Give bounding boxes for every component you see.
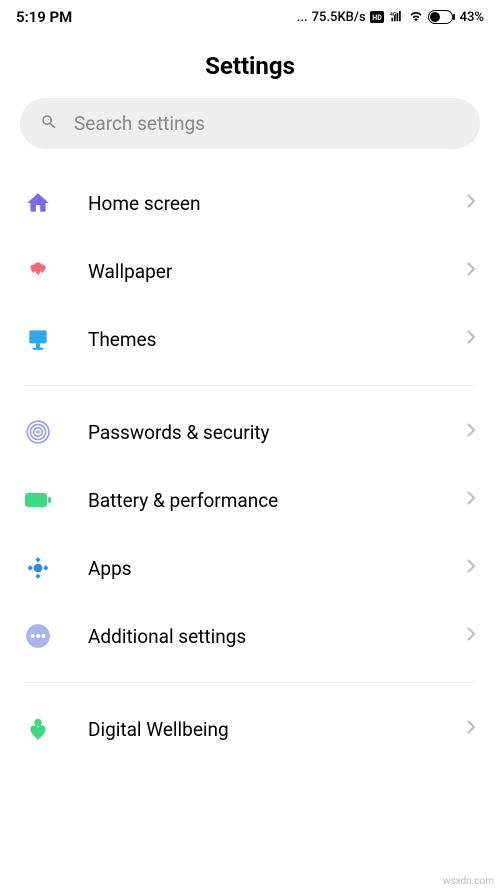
divider bbox=[24, 682, 476, 683]
status-time: 5:19 PM bbox=[16, 8, 72, 26]
wifi-icon bbox=[408, 11, 424, 23]
passwords-security-item[interactable]: Passwords & security bbox=[0, 398, 500, 466]
chevron-right-icon bbox=[466, 558, 476, 578]
status-bar: 5:19 PM ... 75.5KB/s HD 4G 43% bbox=[0, 0, 500, 30]
item-label: Digital Wellbeing bbox=[88, 718, 466, 741]
settings-group-3: Digital Wellbeing bbox=[0, 695, 500, 763]
wallpaper-icon bbox=[24, 257, 52, 285]
item-label: Wallpaper bbox=[88, 260, 466, 283]
home-screen-item[interactable]: Home screen bbox=[0, 169, 500, 237]
themes-icon bbox=[24, 325, 52, 353]
watermark: wsxdn.com bbox=[443, 876, 494, 887]
themes-item[interactable]: Themes bbox=[0, 305, 500, 373]
additional-icon bbox=[24, 622, 52, 650]
net-speed: 75.5KB/s bbox=[312, 10, 366, 25]
chevron-right-icon bbox=[466, 422, 476, 442]
chevron-right-icon bbox=[466, 329, 476, 349]
item-label: Home screen bbox=[88, 192, 466, 215]
apps-item[interactable]: Apps bbox=[0, 534, 500, 602]
volte-icon: HD bbox=[370, 11, 384, 23]
battery-status-icon bbox=[428, 10, 456, 24]
page-title: Settings bbox=[0, 52, 500, 80]
svg-text:HD: HD bbox=[372, 14, 382, 22]
divider bbox=[24, 385, 476, 386]
chevron-right-icon bbox=[466, 719, 476, 739]
additional-settings-item[interactable]: Additional settings bbox=[0, 602, 500, 670]
settings-group-1: Home screen Wallpaper Themes bbox=[0, 169, 500, 373]
status-dots: ... bbox=[297, 10, 308, 25]
svg-text:4G: 4G bbox=[390, 12, 397, 18]
item-label: Passwords & security bbox=[88, 421, 466, 444]
item-label: Themes bbox=[88, 328, 466, 351]
settings-group-2: Passwords & security Battery & performan… bbox=[0, 398, 500, 670]
battery-performance-item[interactable]: Battery & performance bbox=[0, 466, 500, 534]
chevron-right-icon bbox=[466, 490, 476, 510]
chevron-right-icon bbox=[466, 626, 476, 646]
battery-icon bbox=[24, 486, 52, 514]
battery-percent: 43% bbox=[460, 10, 484, 25]
search-icon bbox=[40, 113, 58, 135]
digital-wellbeing-item[interactable]: Digital Wellbeing bbox=[0, 695, 500, 763]
item-label: Additional settings bbox=[88, 625, 466, 648]
item-label: Battery & performance bbox=[88, 489, 466, 512]
chevron-right-icon bbox=[466, 261, 476, 281]
home-icon bbox=[24, 189, 52, 217]
apps-icon bbox=[24, 554, 52, 582]
wallpaper-item[interactable]: Wallpaper bbox=[0, 237, 500, 305]
search-input[interactable] bbox=[74, 112, 460, 135]
fingerprint-icon bbox=[24, 418, 52, 446]
wellbeing-icon bbox=[24, 715, 52, 743]
status-right: ... 75.5KB/s HD 4G 43% bbox=[297, 10, 484, 25]
chevron-right-icon bbox=[466, 193, 476, 213]
signal-icon: 4G bbox=[388, 11, 404, 23]
item-label: Apps bbox=[88, 557, 466, 580]
search-bar[interactable] bbox=[20, 98, 480, 149]
